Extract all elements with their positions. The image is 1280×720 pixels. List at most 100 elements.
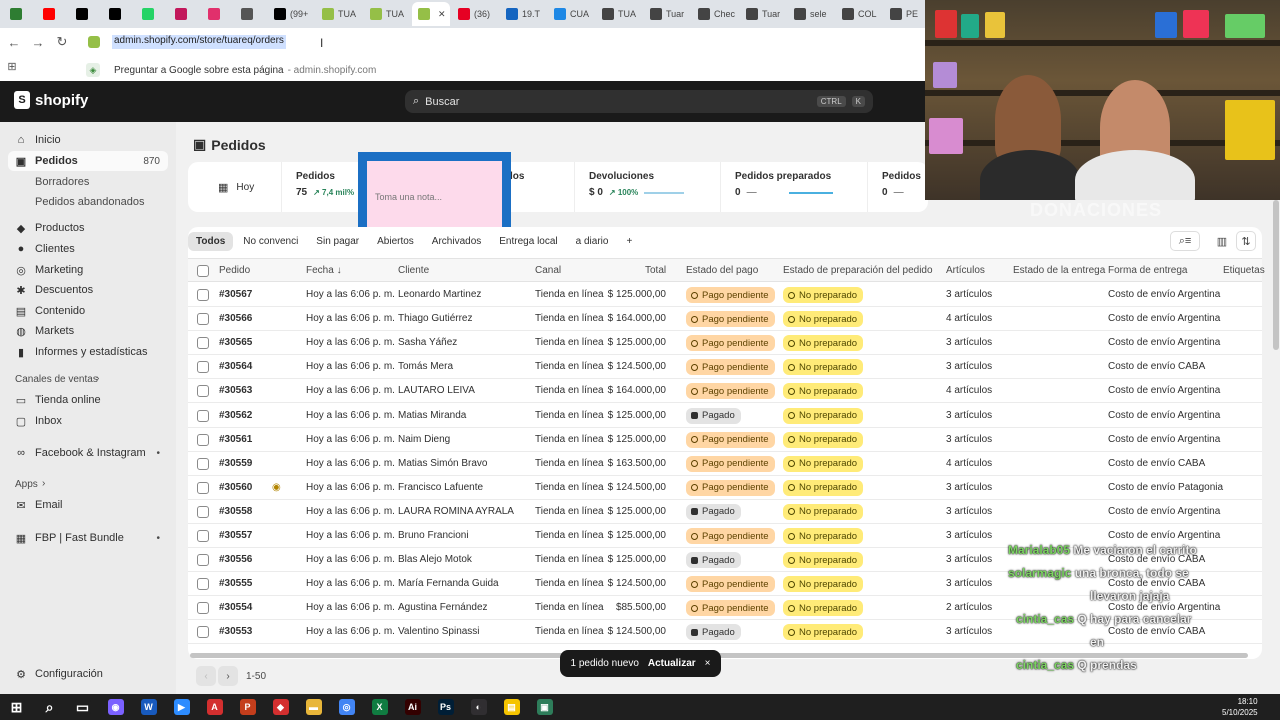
browser-tab[interactable]: (36): [452, 2, 498, 26]
vertical-scrollbar[interactable]: [1273, 200, 1279, 350]
table-row[interactable]: #30560 ◉ Hoy a las 6:06 p. m. Francisco Laf…: [188, 476, 1262, 500]
table-row[interactable]: #30563 Hoy a las 6:06 p. m. LAUTARO LEIVA T…: [188, 379, 1262, 404]
filter-tab[interactable]: Sin pagar: [308, 232, 367, 251]
zoom-icon[interactable]: ▶: [165, 694, 198, 720]
omnibox-suggestion[interactable]: ◈ Preguntar a Google sobre esta página -…: [86, 60, 916, 80]
browser-tab[interactable]: COL: [836, 2, 882, 26]
sidebar-item-inicio[interactable]: ⌂ Inicio: [8, 130, 168, 150]
reload-icon[interactable]: ↻: [52, 32, 72, 52]
filter-tab[interactable]: Abiertos: [369, 232, 422, 251]
browser-tab[interactable]: Chec: [692, 2, 738, 26]
copilot-icon[interactable]: ◉: [99, 694, 132, 720]
metric-extra[interactable]: Pedidos 0 —: [868, 162, 928, 212]
sidebar-item-borradores[interactable]: Borradores: [8, 172, 168, 192]
browser-tab[interactable]: [4, 2, 35, 26]
table-row[interactable]: #30562 Hoy a las 6:06 p. m. Matias Miranda…: [188, 404, 1262, 428]
risk-flag-icon[interactable]: ◉: [272, 482, 281, 493]
browser-tab[interactable]: PE: [884, 2, 930, 26]
row-checkbox[interactable]: [197, 554, 209, 567]
row-checkbox[interactable]: [197, 505, 209, 518]
sticky-note-textarea[interactable]: Toma una nota...: [367, 161, 502, 230]
select-all-checkbox[interactable]: [197, 265, 209, 277]
browser-tab[interactable]: TUA: [364, 2, 410, 26]
browser-tab[interactable]: [70, 2, 101, 26]
browser-tab[interactable]: sele: [788, 2, 834, 26]
tab-close-icon[interactable]: ✕: [438, 9, 446, 20]
sidebar-item-informes-y-estad-sticas[interactable]: ▮ Informes y estadísticas: [8, 342, 168, 362]
sidebar-item-clientes[interactable]: ● Clientes: [8, 239, 168, 259]
photoshop-icon[interactable]: Ps: [429, 694, 462, 720]
browser-tab[interactable]: 19.T: [500, 2, 546, 26]
chevron-right-icon[interactable]: ›: [96, 373, 99, 384]
browser-tab[interactable]: TUA: [596, 2, 642, 26]
browser-tab[interactable]: CUA: [548, 2, 594, 26]
browser-tab[interactable]: TUA: [316, 2, 362, 26]
browser-tab[interactable]: [37, 2, 68, 26]
date-range-button[interactable]: ▦ Hoy: [188, 162, 282, 212]
row-checkbox[interactable]: [197, 313, 209, 326]
filter-tab[interactable]: Entrega local: [491, 232, 565, 251]
sidebar-item-descuentos[interactable]: ✱ Descuentos: [8, 280, 168, 300]
chevron-right-icon[interactable]: ›: [42, 478, 45, 489]
browser-tab[interactable]: (99+: [268, 2, 314, 26]
shopify-logo[interactable]: S shopify: [14, 91, 88, 109]
sidebar-channel-2[interactable]: ∞ Facebook & Instagram •: [8, 443, 168, 463]
row-checkbox[interactable]: [197, 433, 209, 446]
browser-tab[interactable]: Tuar: [644, 2, 690, 26]
chrome-icon[interactable]: ◎: [330, 694, 363, 720]
apps-heading[interactable]: Apps: [15, 479, 38, 490]
sales-channels-heading[interactable]: Canales de ventas: [15, 374, 98, 385]
browser-tab[interactable]: [103, 2, 134, 26]
table-row[interactable]: #30567 Hoy a las 6:06 p. m. Leonardo Marti…: [188, 283, 1262, 307]
sidebar-item-marketing[interactable]: ◎ Marketing: [8, 260, 168, 280]
row-checkbox[interactable]: [197, 530, 209, 542]
col-fulfillment[interactable]: Estado de preparación del pedido: [783, 265, 933, 276]
table-row[interactable]: #30564 Hoy a las 6:06 p. m. Tomás Mera Tien…: [188, 355, 1262, 380]
browser-tab[interactable]: [136, 2, 167, 26]
sidebar-item-pedidos[interactable]: ▣ Pedidos 870: [8, 151, 168, 171]
row-checkbox[interactable]: [197, 457, 209, 470]
acrobat-icon[interactable]: A: [198, 694, 231, 720]
illustrator-icon[interactable]: Ai: [396, 694, 429, 720]
sidebar-app-1[interactable]: ▦ FBP | Fast Bundle •: [8, 528, 168, 548]
row-checkbox[interactable]: [197, 337, 209, 350]
sidebar-item-pedidos-abandonados[interactable]: Pedidos abandonados: [8, 192, 168, 212]
table-row[interactable]: #30558 Hoy a las 6:06 p. m. LAURA ROMINA A…: [188, 500, 1262, 524]
folder-icon[interactable]: ▬: [297, 694, 330, 720]
col-payment[interactable]: Estado del pago: [686, 265, 758, 276]
col-date[interactable]: Fecha ↓: [306, 265, 342, 276]
row-checkbox[interactable]: [197, 578, 209, 591]
taskview-icon[interactable]: ▭: [66, 694, 99, 720]
back-icon[interactable]: ←: [4, 32, 24, 52]
row-checkbox[interactable]: [197, 361, 209, 374]
search-icon[interactable]: ⌕: [33, 694, 66, 720]
browser-tab[interactable]: Tuar: [740, 2, 786, 26]
sticky-note[interactable]: Toma una nota...: [358, 152, 511, 239]
filter-tab[interactable]: Todos: [188, 231, 234, 251]
browser-tab[interactable]: [202, 2, 233, 26]
filter-tab[interactable]: a diario: [568, 232, 617, 251]
next-page-icon[interactable]: ›: [218, 666, 238, 686]
sidebar-item-markets[interactable]: ◍ Markets: [8, 321, 168, 341]
row-checkbox[interactable]: [197, 626, 209, 639]
more-dot-icon[interactable]: •: [156, 533, 160, 544]
obs-icon[interactable]: ◐: [462, 694, 495, 720]
browser-tab[interactable]: ✕: [412, 2, 450, 26]
col-items[interactable]: Artículos: [946, 265, 985, 276]
url-input[interactable]: admin.shopify.com/store/tuareq/orders: [112, 35, 286, 49]
sort-icon[interactable]: ⇅: [1236, 231, 1256, 251]
apps-grid-icon[interactable]: ⊞: [2, 56, 22, 76]
col-channel[interactable]: Canal: [535, 265, 561, 276]
excel-icon[interactable]: X: [363, 694, 396, 720]
sidebar-channel-0[interactable]: ▭ Tienda online: [8, 390, 168, 410]
col-method[interactable]: Forma de entrega: [1108, 265, 1188, 276]
table-row[interactable]: #30559 Hoy a las 6:06 p. m. Matias Simón B…: [188, 452, 1262, 476]
row-checkbox[interactable]: [197, 481, 209, 494]
col-tags[interactable]: Etiquetas: [1223, 265, 1265, 276]
sidebar-item-productos[interactable]: ◆ Productos: [8, 218, 168, 238]
col-delivery[interactable]: Estado de la entrega: [1013, 265, 1105, 276]
sidebar-item-contenido[interactable]: ▤ Contenido: [8, 301, 168, 321]
row-checkbox[interactable]: [197, 602, 209, 615]
sidebar-item-settings[interactable]: ⚙ Configuración: [8, 664, 168, 684]
prev-page-icon[interactable]: ‹: [196, 666, 216, 686]
